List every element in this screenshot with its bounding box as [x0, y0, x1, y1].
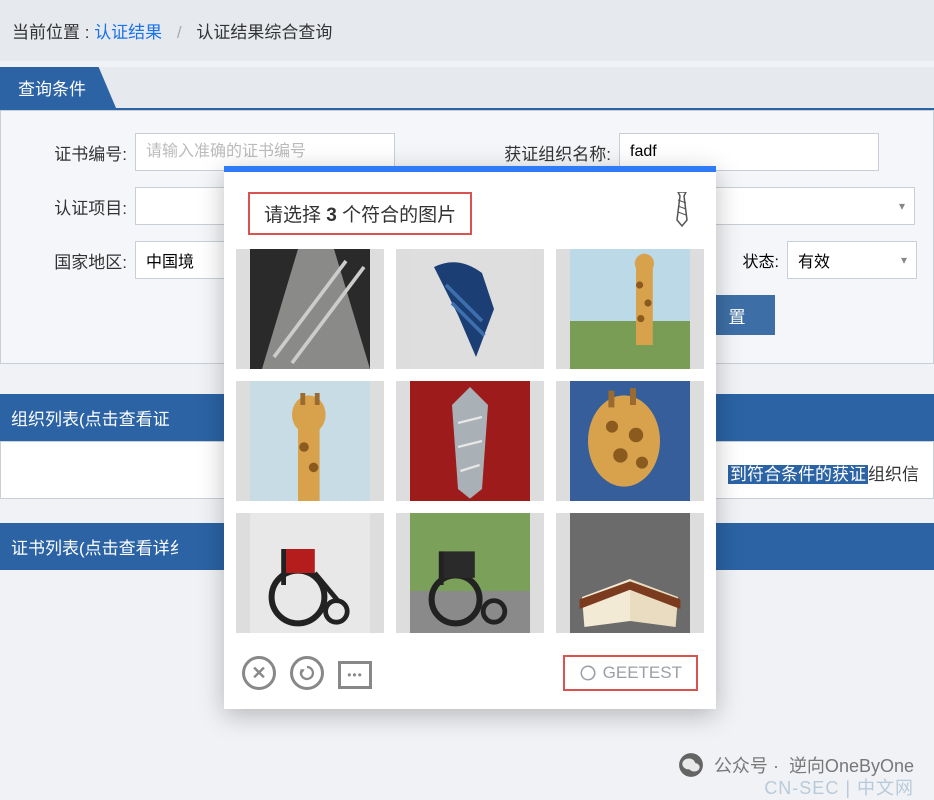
result-suffix: 组织信	[868, 465, 919, 484]
result-highlight: 到符合条件的获证	[728, 465, 868, 484]
breadcrumb-link-auth-results[interactable]: 认证结果	[94, 23, 162, 42]
breadcrumb-separator: /	[177, 23, 182, 42]
section-tab-query-conditions: 查询条件	[0, 67, 116, 108]
project-label: 认证项目:	[17, 194, 127, 219]
tile-giraffe-1[interactable]	[556, 249, 704, 369]
captcha-modal: 请选择 3 个符合的图片	[224, 166, 716, 709]
status-select[interactable]	[787, 241, 917, 279]
cert-no-label: 证书编号:	[17, 140, 127, 165]
breadcrumb: 当前位置 : 认证结果 / 认证结果综合查询	[0, 0, 934, 61]
tile-tie-silver[interactable]	[396, 381, 544, 501]
captcha-grid	[242, 249, 698, 633]
wechat-icon	[678, 752, 704, 778]
tile-tie-blue[interactable]	[396, 249, 544, 369]
necktie-icon	[672, 192, 692, 235]
captcha-instruction: 请选择 3 个符合的图片	[248, 192, 472, 235]
tile-giraffe-3[interactable]	[556, 381, 704, 501]
tile-wheelchair-2[interactable]	[396, 513, 544, 633]
org-name-label: 获证组织名称:	[471, 140, 611, 165]
refresh-icon[interactable]	[290, 656, 324, 690]
breadcrumb-label: 当前位置 :	[12, 23, 89, 42]
section-tab-container: 查询条件	[0, 67, 934, 110]
close-icon[interactable]: ✕	[242, 656, 276, 690]
region-label: 国家地区:	[17, 248, 127, 273]
tile-giraffe-2[interactable]	[236, 381, 384, 501]
feedback-icon[interactable]: •••	[338, 661, 372, 689]
tile-tie-gray[interactable]	[236, 249, 384, 369]
watermark-site: CN-SEC | 中文网	[764, 774, 914, 800]
breadcrumb-current: 认证结果综合查询	[196, 23, 332, 42]
tile-wheelchair-1[interactable]	[236, 513, 384, 633]
geetest-brand: GEETEST	[563, 655, 698, 691]
tile-book[interactable]	[556, 513, 704, 633]
status-label: 状态:	[709, 248, 779, 272]
